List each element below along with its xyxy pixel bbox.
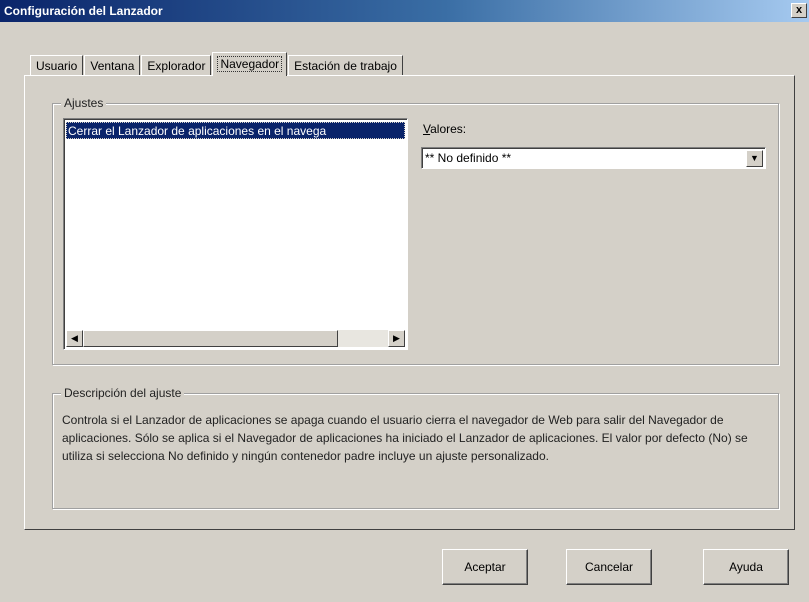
- settings-list[interactable]: Cerrar el Lanzador de aplicaciones en el…: [63, 118, 408, 350]
- title-bar: Configuración del Lanzador x: [0, 0, 809, 22]
- cancel-button[interactable]: Cancelar: [566, 549, 652, 585]
- scrollbar-thumb[interactable]: [83, 330, 338, 347]
- window-title: Configuración del Lanzador: [4, 4, 163, 18]
- tab-usuario[interactable]: Usuario: [30, 55, 84, 76]
- tab-navegador-label: Navegador: [217, 56, 283, 72]
- tab-navegador[interactable]: Navegador: [212, 52, 288, 76]
- description-group-label: Descripción del ajuste: [61, 386, 185, 400]
- chevron-down-icon[interactable]: ▼: [746, 150, 763, 167]
- help-button[interactable]: Ayuda: [703, 549, 789, 585]
- settings-group-label: Ajustes: [61, 96, 107, 110]
- accept-button[interactable]: Aceptar: [442, 549, 528, 585]
- tab-estacion-de-trabajo[interactable]: Estación de trabajo: [288, 55, 403, 76]
- tab-ventana[interactable]: Ventana: [84, 55, 141, 76]
- arrow-right-icon[interactable]: ▶: [388, 330, 405, 347]
- close-button[interactable]: x: [791, 3, 807, 18]
- tab-explorador[interactable]: Explorador: [141, 55, 212, 76]
- list-item[interactable]: Cerrar el Lanzador de aplicaciones en el…: [66, 122, 405, 139]
- horizontal-scrollbar[interactable]: ◀ ▶: [66, 330, 405, 347]
- values-label-text: alores:: [430, 122, 467, 136]
- values-dropdown-value: ** No definido **: [425, 151, 512, 165]
- tab-strip: Usuario Ventana Explorador Navegador Est…: [30, 52, 404, 76]
- values-label: Valores:: [423, 122, 466, 136]
- description-text: Controla si el Lanzador de aplicaciones …: [62, 413, 748, 463]
- arrow-left-icon[interactable]: ◀: [66, 330, 83, 347]
- values-dropdown[interactable]: ** No definido ** ▼: [421, 147, 766, 169]
